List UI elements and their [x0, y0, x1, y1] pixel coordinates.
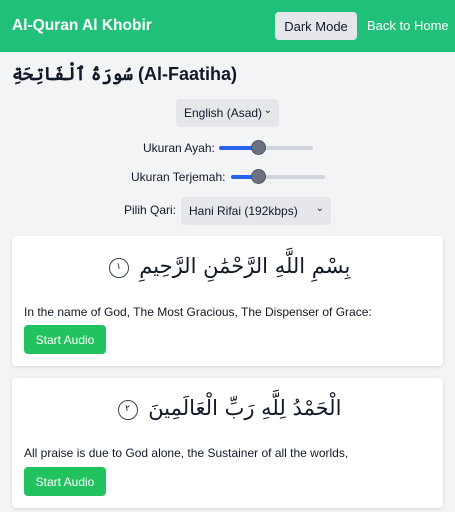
ayah-size-slider[interactable]: [219, 140, 313, 155]
ayah-translation: In the name of God, The Most Gracious, T…: [24, 305, 372, 319]
language-select[interactable]: English (Asad) ⌄: [176, 99, 279, 127]
ayah-number-marker: ٢: [117, 399, 138, 420]
language-select-value: English (Asad): [184, 106, 263, 120]
back-to-home-link[interactable]: Back to Home: [367, 18, 449, 33]
ayah-arabic: بِسْمِ اللَّهِ الرَّحْمَٰنِ الرَّحِيمِ: [139, 254, 351, 278]
ayah-size-label: Ukuran Ayah:: [143, 141, 215, 155]
translation-size-slider[interactable]: [231, 169, 325, 184]
ayah-arabic-text: الْحَمْدُ لِلَّهِ رَبِّ الْعَالَمِينَ ٢: [12, 396, 443, 420]
ayah-number-marker: ١: [108, 257, 129, 278]
ayah-size-slider-thumb[interactable]: [251, 140, 267, 155]
ayah-card: الْحَمْدُ لِلَّهِ رَبِّ الْعَالَمِينَ ٢ …: [12, 378, 443, 508]
qari-label: Pilih Qari:: [124, 203, 177, 217]
ayah-arabic: الْحَمْدُ لِلَّهِ رَبِّ الْعَالَمِينَ: [148, 396, 342, 420]
navbar: Al-Quran Al Khobir Dark Mode Back to Hom…: [0, 0, 455, 52]
ayah-arabic-text: بِسْمِ اللَّهِ الرَّحْمَٰنِ الرَّحِيمِ ١: [12, 254, 443, 278]
translation-size-label: Ukuran Terjemah:: [131, 170, 226, 184]
dark-mode-button[interactable]: Dark Mode: [275, 12, 357, 40]
start-audio-button[interactable]: Start Audio: [24, 325, 106, 354]
qari-select[interactable]: Hani Rifai (192kbps) ⌄: [181, 197, 331, 225]
ayah-card: بِسْمِ اللَّهِ الرَّحْمَٰنِ الرَّحِيمِ ١…: [12, 236, 443, 366]
chevron-down-icon: ⌄: [315, 203, 324, 214]
start-audio-button[interactable]: Start Audio: [24, 467, 106, 496]
chevron-down-icon: ⌄: [263, 105, 272, 116]
translation-size-slider-thumb[interactable]: [251, 169, 267, 184]
brand-title[interactable]: Al-Quran Al Khobir: [12, 17, 152, 35]
ayah-translation: All praise is due to God alone, the Sust…: [24, 446, 349, 460]
surah-title: سُورَةُ ٱلْفَاتِحَةِ (Al-Faatiha): [12, 64, 238, 84]
qari-select-value: Hani Rifai (192kbps): [189, 204, 298, 218]
